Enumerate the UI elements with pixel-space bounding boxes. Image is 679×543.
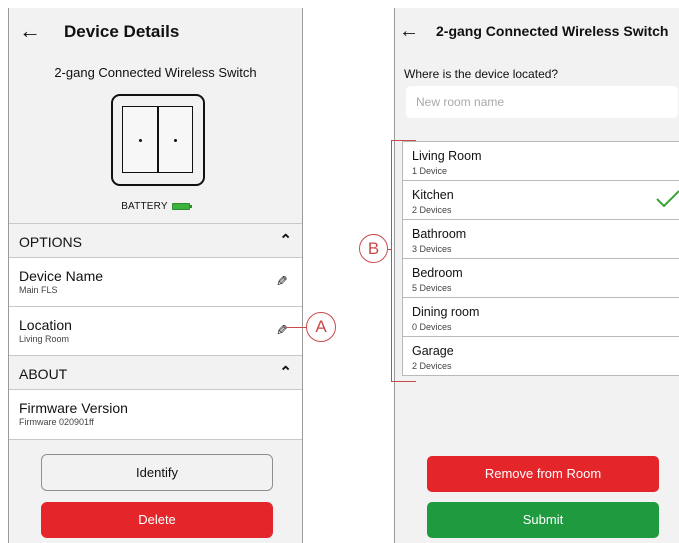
pencil-icon[interactable]: ✎	[276, 273, 288, 290]
new-room-name-input[interactable]	[406, 86, 678, 118]
room-item-bathroom[interactable]: Bathroom 3 Devices	[402, 219, 679, 259]
firmware-row: Firmware Version Firmware 020901ff	[9, 390, 302, 440]
remove-from-room-button[interactable]: Remove from Room	[427, 456, 659, 492]
room-name: Bedroom	[412, 266, 463, 280]
room-device-count: 0 Devices	[412, 322, 452, 332]
page-title: 2-gang Connected Wireless Switch	[436, 23, 669, 39]
callout-a: A	[306, 312, 336, 342]
room-name: Kitchen	[412, 188, 454, 202]
battery-status: BATTERY	[9, 201, 302, 212]
options-section-header[interactable]: OPTIONS ⌃	[9, 223, 302, 258]
identify-button[interactable]: Identify	[41, 454, 273, 491]
delete-button[interactable]: Delete	[41, 502, 273, 538]
room-list-bracket	[391, 140, 416, 382]
switch-rocker-plate	[122, 106, 193, 173]
switch-divider	[157, 107, 159, 172]
about-section-header[interactable]: ABOUT ⌃	[9, 355, 302, 390]
room-select-screen: ← 2-gang Connected Wireless Switch Where…	[394, 8, 679, 543]
device-name-row[interactable]: Device Name Main FLS ✎	[9, 258, 302, 307]
callout-a-leader-line	[286, 327, 308, 328]
options-header-label: OPTIONS	[19, 234, 83, 250]
back-arrow-icon[interactable]: ←	[399, 17, 419, 45]
room-device-count: 2 Devices	[412, 361, 452, 371]
submit-button[interactable]: Submit	[427, 502, 659, 538]
room-device-count: 1 Device	[412, 166, 448, 176]
device-name-label: 2-gang Connected Wireless Switch	[54, 65, 257, 80]
room-name: Living Room	[412, 149, 482, 163]
pencil-icon[interactable]: ✎	[276, 322, 288, 339]
location-question: Where is the device located?	[404, 67, 559, 81]
about-header-label: ABOUT	[19, 366, 68, 382]
device-details-screen: ← Device Details 2-gang Connected Wirele…	[8, 8, 303, 543]
location-row-label: Location	[19, 317, 72, 333]
room-name: Garage	[412, 344, 454, 358]
checkmark-icon	[656, 190, 679, 208]
device-name-row-label: Device Name	[19, 268, 104, 284]
location-row-value: Living Room	[19, 334, 70, 344]
page-title: Device Details	[64, 22, 180, 41]
switch-illustration	[111, 94, 205, 186]
room-device-count: 5 Devices	[412, 283, 452, 293]
battery-icon	[171, 202, 192, 210]
firmware-row-value: Firmware 020901ff	[19, 417, 94, 427]
room-item-bedroom[interactable]: Bedroom 5 Devices	[402, 258, 679, 298]
header: ← Device Details	[9, 8, 302, 54]
room-item-garage[interactable]: Garage 2 Devices	[402, 336, 679, 376]
room-item-kitchen[interactable]: Kitchen 2 Devices	[402, 180, 679, 220]
room-name: Dining room	[412, 305, 480, 319]
firmware-row-label: Firmware Version	[19, 400, 128, 416]
back-arrow-icon[interactable]: ←	[17, 16, 43, 46]
location-row[interactable]: Location Living Room ✎	[9, 307, 302, 356]
room-device-count: 2 Devices	[412, 205, 452, 215]
room-item-living-room[interactable]: Living Room 1 Device	[402, 141, 679, 181]
room-name: Bathroom	[412, 227, 467, 241]
switch-led-right	[174, 139, 177, 142]
callout-b: B	[359, 234, 388, 263]
chevron-up-icon[interactable]: ⌃	[279, 231, 292, 249]
room-device-count: 3 Devices	[412, 244, 452, 254]
battery-label: BATTERY	[121, 201, 168, 212]
chevron-up-icon[interactable]: ⌃	[279, 363, 292, 381]
switch-led-left	[139, 139, 142, 142]
room-item-dining-room[interactable]: Dining room 0 Devices	[402, 297, 679, 337]
device-name-row-value: Main FLS	[19, 285, 58, 295]
